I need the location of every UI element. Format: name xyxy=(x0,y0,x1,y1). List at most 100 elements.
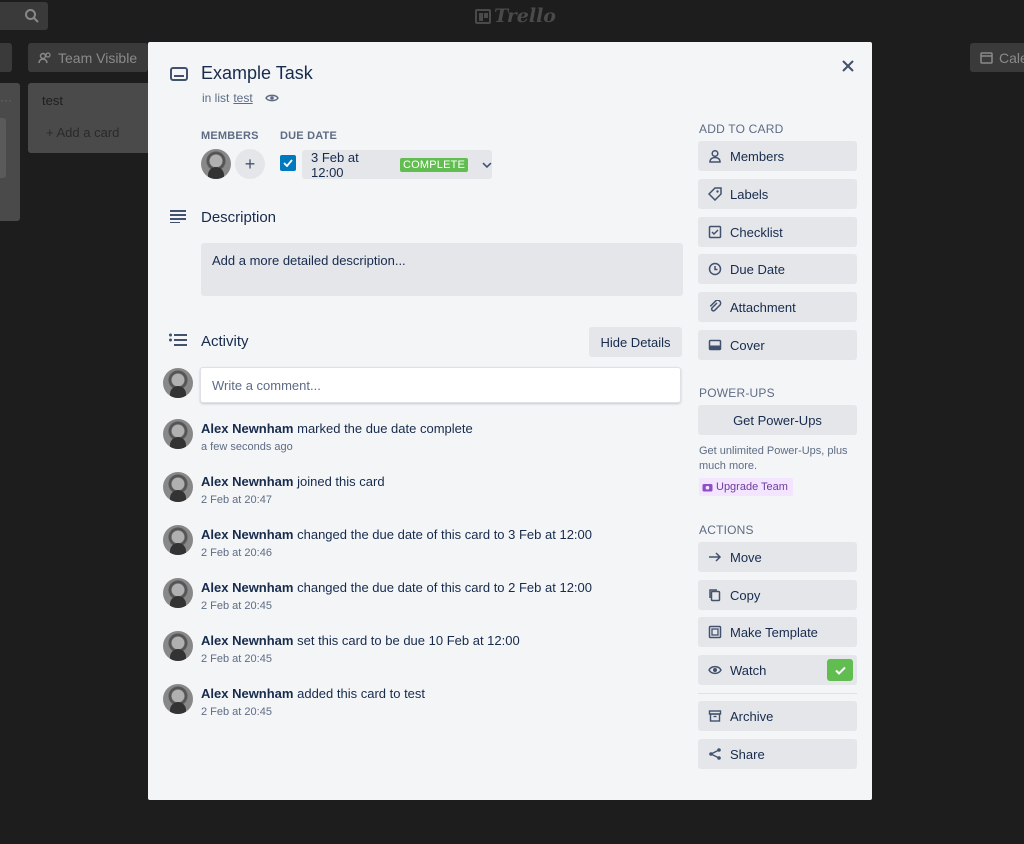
trello-logo-icon xyxy=(475,8,491,24)
card-title[interactable]: Example Task xyxy=(201,63,313,84)
activity-text: Alex Newnham set this card to be due 10 … xyxy=(201,633,520,648)
members-button[interactable]: Members xyxy=(698,141,857,171)
share-button[interactable]: Share xyxy=(698,739,857,769)
attachment-button[interactable]: Attachment xyxy=(698,292,857,322)
activity-time[interactable]: 2 Feb at 20:47 xyxy=(201,494,272,506)
activity-text: Alex Newnham marked the due date complet… xyxy=(201,421,473,436)
list-link[interactable]: test xyxy=(233,91,252,105)
checklist-button-label: Checklist xyxy=(730,224,783,240)
card-icon xyxy=(170,67,188,81)
copy-button[interactable]: Copy xyxy=(698,580,857,610)
description-icon xyxy=(170,210,186,223)
watch-active-check xyxy=(827,659,853,681)
trello-logo[interactable]: Trello xyxy=(475,5,556,27)
due-complete-checkbox[interactable] xyxy=(280,155,296,171)
description-placeholder[interactable]: Add a more detailed description... xyxy=(201,243,683,296)
share-button-label: Share xyxy=(730,746,765,762)
activity-text: Alex Newnham joined this card xyxy=(201,474,385,489)
actions-label: ACTIONS xyxy=(699,523,754,537)
activity-action: added this card to test xyxy=(297,686,426,701)
list-item: Alex Newnham set this card to be due 10 … xyxy=(163,631,683,676)
list-item: Alex Newnham changed the due date of thi… xyxy=(163,525,683,570)
powerups-label: POWER-UPS xyxy=(699,386,775,400)
copy-icon xyxy=(709,589,721,602)
activity-time[interactable]: 2 Feb at 20:45 xyxy=(201,600,272,612)
logo-text: Trello xyxy=(494,5,556,27)
calendar-label: Cale xyxy=(999,49,1024,66)
background-card[interactable] xyxy=(0,118,6,178)
activity-author[interactable]: Alex Newnham xyxy=(201,474,293,489)
watch-button-label: Watch xyxy=(730,662,767,678)
avatar[interactable] xyxy=(201,149,231,179)
archive-button[interactable]: Archive xyxy=(698,701,857,731)
upgrade-team-button[interactable]: Upgrade Team xyxy=(699,478,793,496)
checklist-icon xyxy=(708,225,722,239)
background-list-test: test + Add a card xyxy=(28,83,158,153)
copy-button-label: Copy xyxy=(730,587,761,603)
cover-icon xyxy=(708,339,722,351)
due-date-side-button[interactable]: Due Date xyxy=(698,254,857,284)
move-button-label: Move xyxy=(730,549,762,565)
activity-author[interactable]: Alex Newnham xyxy=(201,580,293,595)
add-to-card-label: ADD TO CARD xyxy=(699,122,784,136)
add-card-button[interactable]: + Add a card xyxy=(46,125,119,140)
watch-button[interactable]: Watch xyxy=(698,655,857,685)
cover-button-label: Cover xyxy=(730,337,765,353)
avatar[interactable] xyxy=(163,472,193,502)
labels-button[interactable]: Labels xyxy=(698,179,857,209)
in-list-prefix: in list xyxy=(202,91,230,105)
in-list-line: in list test xyxy=(202,91,279,105)
activity-author[interactable]: Alex Newnham xyxy=(201,633,293,648)
avatar[interactable] xyxy=(163,525,193,555)
template-icon xyxy=(708,625,722,639)
move-button[interactable]: Move xyxy=(698,542,857,572)
activity-time[interactable]: 2 Feb at 20:45 xyxy=(201,653,272,665)
board-menu-stub[interactable] xyxy=(0,43,12,72)
avatar[interactable] xyxy=(163,419,193,449)
activity-time[interactable]: 2 Feb at 20:46 xyxy=(201,547,272,559)
list-item: Alex Newnham joined this card 2 Feb at 2… xyxy=(163,472,683,517)
search-button[interactable] xyxy=(0,2,48,30)
due-date-button[interactable]: 3 Feb at 12:00 COMPLETE xyxy=(302,149,492,180)
activity-time[interactable]: 2 Feb at 20:45 xyxy=(201,706,272,718)
avatar[interactable] xyxy=(163,578,193,608)
list-item: Alex Newnham changed the due date of thi… xyxy=(163,578,683,623)
archive-button-label: Archive xyxy=(730,708,774,724)
eye-icon xyxy=(708,665,722,675)
avatar[interactable] xyxy=(163,684,193,714)
hide-details-button[interactable]: Hide Details xyxy=(589,327,682,357)
checklist-button[interactable]: Checklist xyxy=(698,217,857,247)
comment-input[interactable] xyxy=(200,367,681,403)
members-label: MEMBERS xyxy=(201,130,259,142)
activity-author[interactable]: Alex Newnham xyxy=(201,421,293,436)
due-date-value: 3 Feb at 12:00 xyxy=(311,149,359,180)
team-icon xyxy=(38,51,51,63)
activity-author[interactable]: Alex Newnham xyxy=(201,686,293,701)
powerups-note: Get unlimited Power-Ups, plus much more. xyxy=(699,445,848,472)
activity-icon xyxy=(169,333,187,346)
close-icon[interactable] xyxy=(838,56,858,76)
make-template-button[interactable]: Make Template xyxy=(698,617,857,647)
activity-text: Alex Newnham changed the due date of thi… xyxy=(201,527,592,542)
calendar-icon xyxy=(980,52,993,64)
list-title[interactable]: test xyxy=(42,93,63,108)
team-visible-label: Team Visible xyxy=(58,49,138,66)
description-heading: Description xyxy=(201,209,277,226)
board-header: Trello xyxy=(0,0,1024,32)
activity-heading: Activity xyxy=(201,333,249,350)
get-powerups-button[interactable]: Get Power-Ups xyxy=(698,405,857,435)
actions-divider xyxy=(698,693,857,694)
add-member-button[interactable]: + xyxy=(235,149,265,179)
avatar[interactable] xyxy=(163,631,193,661)
activity-time[interactable]: a few seconds ago xyxy=(201,441,293,453)
team-visible-button[interactable]: Team Visible xyxy=(28,43,148,72)
due-date-button-label: Due Date xyxy=(730,261,785,277)
attachment-button-label: Attachment xyxy=(730,299,796,315)
calendar-button[interactable]: Cale xyxy=(970,43,1024,72)
cover-button[interactable]: Cover xyxy=(698,330,857,360)
members-button-label: Members xyxy=(730,148,785,164)
activity-author[interactable]: Alex Newnham xyxy=(201,527,293,542)
activity-action: changed the due date of this card to 2 F… xyxy=(297,580,592,595)
list-menu-icon[interactable]: ··· xyxy=(0,93,12,107)
labels-button-label: Labels xyxy=(730,186,769,202)
